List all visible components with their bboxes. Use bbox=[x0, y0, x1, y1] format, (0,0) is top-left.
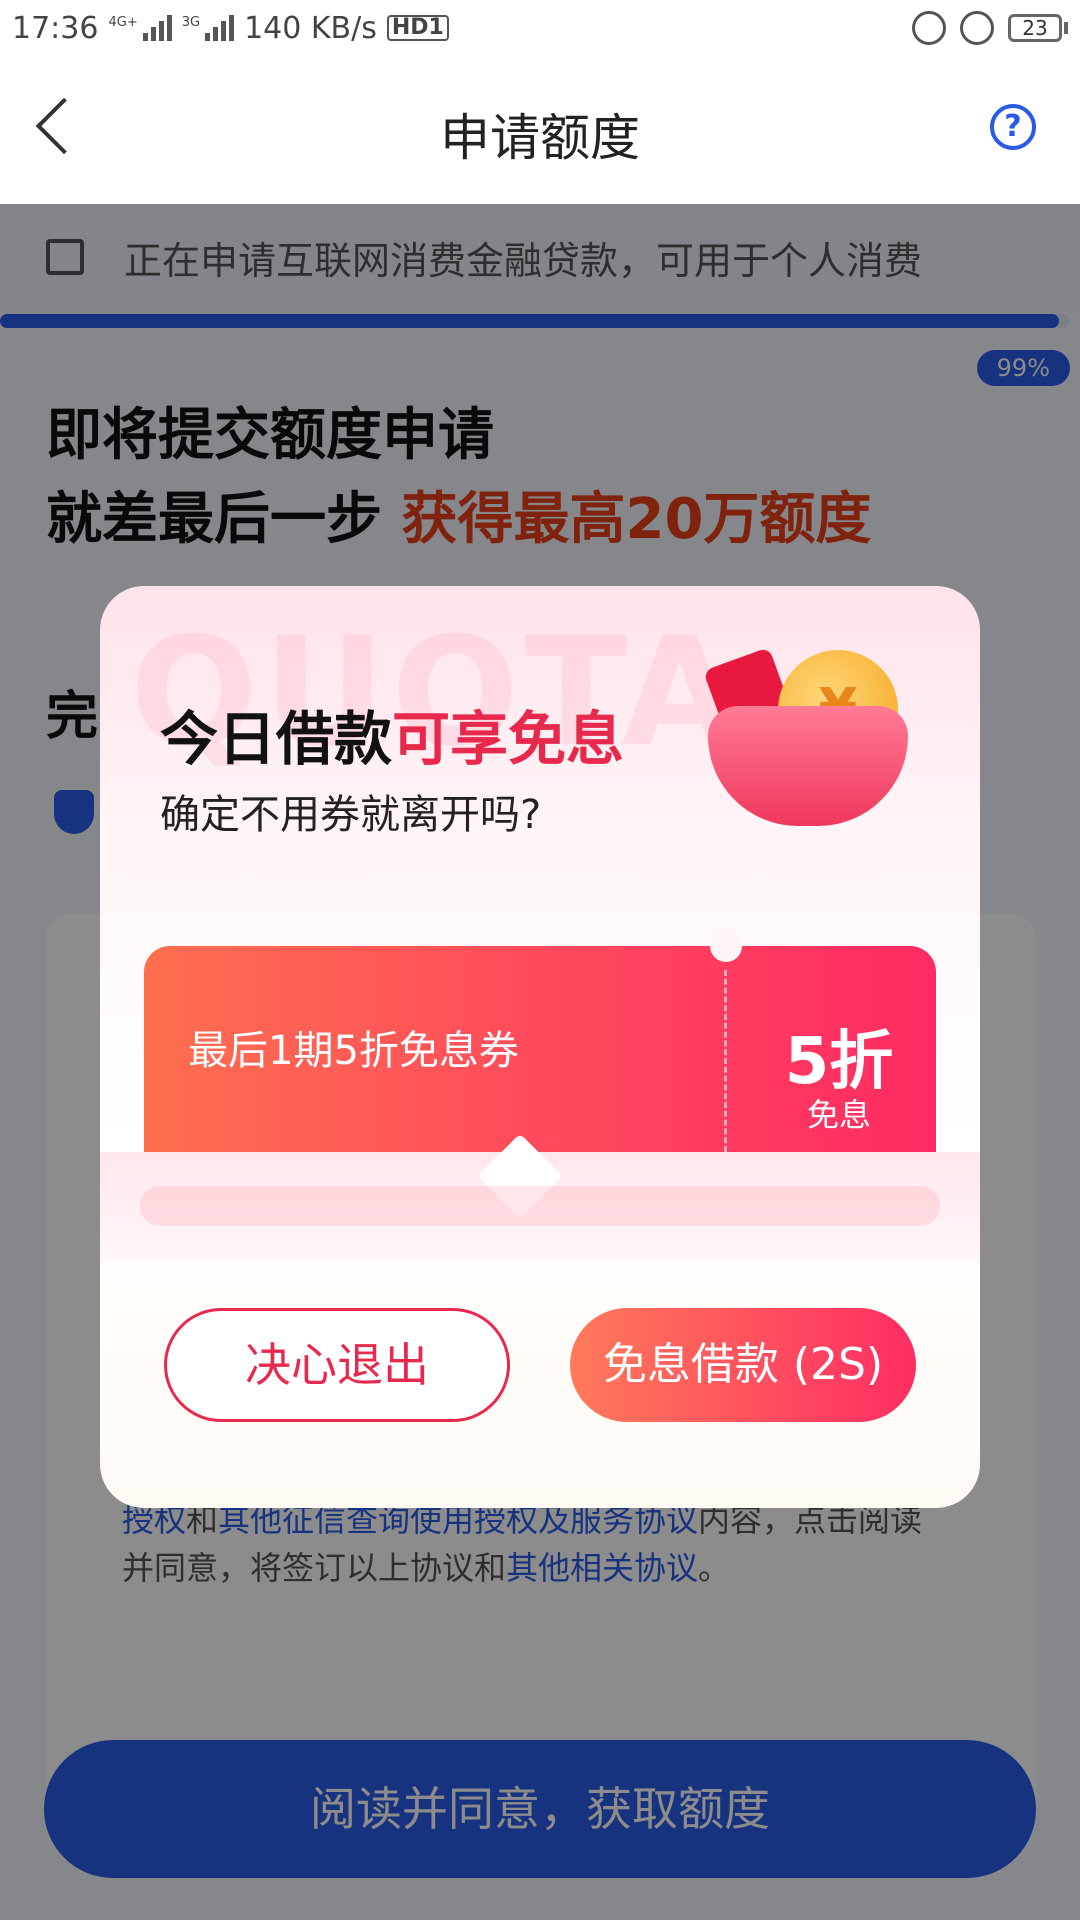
modal-title: 今日借款可享免息 bbox=[160, 705, 625, 773]
signal-icon: 4G+ bbox=[108, 15, 172, 41]
status-time: 17:36 bbox=[12, 10, 99, 46]
exit-button[interactable]: 决心退出 bbox=[164, 1308, 510, 1422]
status-bar: 17:36 4G+ 3G 140 KB/s HD1 23 bbox=[0, 0, 1080, 56]
coupon-name: 最后1期5折免息券 bbox=[188, 1028, 519, 1074]
rotation-lock-icon bbox=[960, 11, 994, 45]
help-icon[interactable]: ? bbox=[990, 104, 1036, 150]
app-header: 申请额度 ? bbox=[0, 56, 1080, 204]
interest-free-borrow-button[interactable]: 免息借款 (2S) bbox=[570, 1308, 916, 1422]
coupon-value: 5折 bbox=[784, 1025, 894, 1099]
hd-badge: HD1 bbox=[386, 15, 449, 41]
modal-subtitle: 确定不用券就离开吗? bbox=[160, 792, 542, 838]
network-speed: 140 KB/s bbox=[244, 10, 377, 46]
coupon-tag: 免息 bbox=[806, 1096, 871, 1134]
bell-off-icon bbox=[912, 11, 946, 45]
coupon-card: 最后1期5折免息券 5折 免息 bbox=[144, 930, 936, 1152]
modal-title-accent: 可享免息 bbox=[392, 705, 625, 773]
page-title: 申请额度 bbox=[440, 109, 640, 167]
gift-basket bbox=[708, 706, 908, 826]
retention-modal: QUOTA 今日借款可享免息 确定不用券就离开吗? ¥ 最后1期5折免息券 5折… bbox=[100, 586, 980, 1508]
signal-icon-2: 3G bbox=[182, 15, 235, 41]
battery-icon: 23 bbox=[1008, 14, 1068, 42]
battery-level: 23 bbox=[1008, 14, 1062, 42]
gift-box-icon: ¥ bbox=[698, 626, 928, 846]
